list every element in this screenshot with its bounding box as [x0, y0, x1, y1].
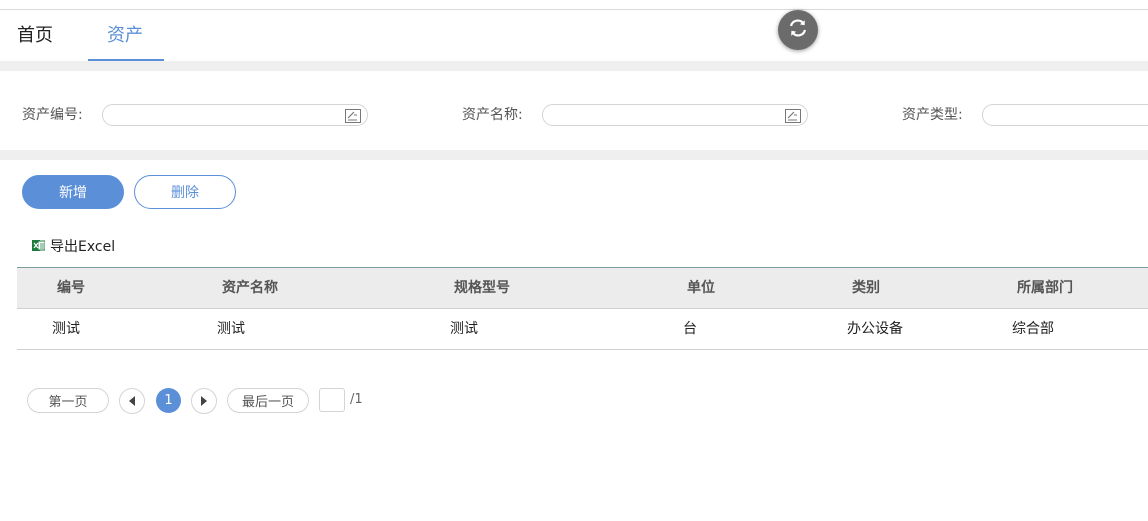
- row-divider: [17, 349, 1148, 350]
- asset-name-input[interactable]: [542, 104, 808, 126]
- cell-asset-name: 测试: [217, 321, 245, 337]
- page-number-input[interactable]: [319, 388, 345, 412]
- excel-icon: [32, 237, 46, 256]
- delete-button[interactable]: 删除: [134, 175, 236, 209]
- tab-assets[interactable]: 资产: [107, 24, 143, 48]
- current-page-button[interactable]: 1: [156, 388, 181, 413]
- column-header-department[interactable]: 所属部门: [1017, 280, 1073, 296]
- triangle-right-icon: [200, 392, 208, 411]
- asset-number-input[interactable]: [102, 104, 368, 126]
- cell-number: 测试: [52, 321, 80, 337]
- asset-name-label: 资产名称:: [462, 107, 523, 123]
- section-gap: [0, 61, 1148, 71]
- section-gap: [0, 150, 1148, 160]
- refresh-button[interactable]: [778, 10, 818, 50]
- export-excel-label: 导出Excel: [50, 239, 116, 255]
- refresh-icon: [786, 16, 810, 44]
- edit-icon[interactable]: [785, 108, 801, 123]
- last-page-button[interactable]: 最后一页: [227, 388, 309, 413]
- add-button[interactable]: 新增: [22, 175, 124, 209]
- asset-type-input[interactable]: [982, 104, 1148, 126]
- triangle-left-icon: [128, 392, 136, 411]
- export-excel-button[interactable]: 导出Excel: [32, 237, 115, 255]
- next-page-button[interactable]: [191, 388, 217, 414]
- tab-home[interactable]: 首页: [17, 24, 53, 48]
- asset-number-label: 资产编号:: [22, 107, 83, 123]
- asset-type-label: 资产类型:: [902, 107, 963, 123]
- cell-unit: 台: [683, 321, 697, 337]
- edit-icon[interactable]: [345, 108, 361, 123]
- first-page-button[interactable]: 第一页: [27, 388, 109, 413]
- table-header: [17, 267, 1148, 309]
- top-divider: [0, 9, 1148, 10]
- cell-spec-model: 测试: [450, 321, 478, 337]
- cell-department: 综合部: [1012, 321, 1054, 337]
- prev-page-button[interactable]: [119, 388, 145, 414]
- cell-category: 办公设备: [847, 321, 903, 337]
- column-header-category[interactable]: 类别: [852, 280, 880, 296]
- column-header-asset-name[interactable]: 资产名称: [222, 280, 278, 296]
- column-header-number[interactable]: 编号: [57, 280, 85, 296]
- total-pages: /1: [350, 392, 363, 407]
- column-header-unit[interactable]: 单位: [687, 280, 715, 296]
- column-header-spec-model[interactable]: 规格型号: [454, 280, 510, 296]
